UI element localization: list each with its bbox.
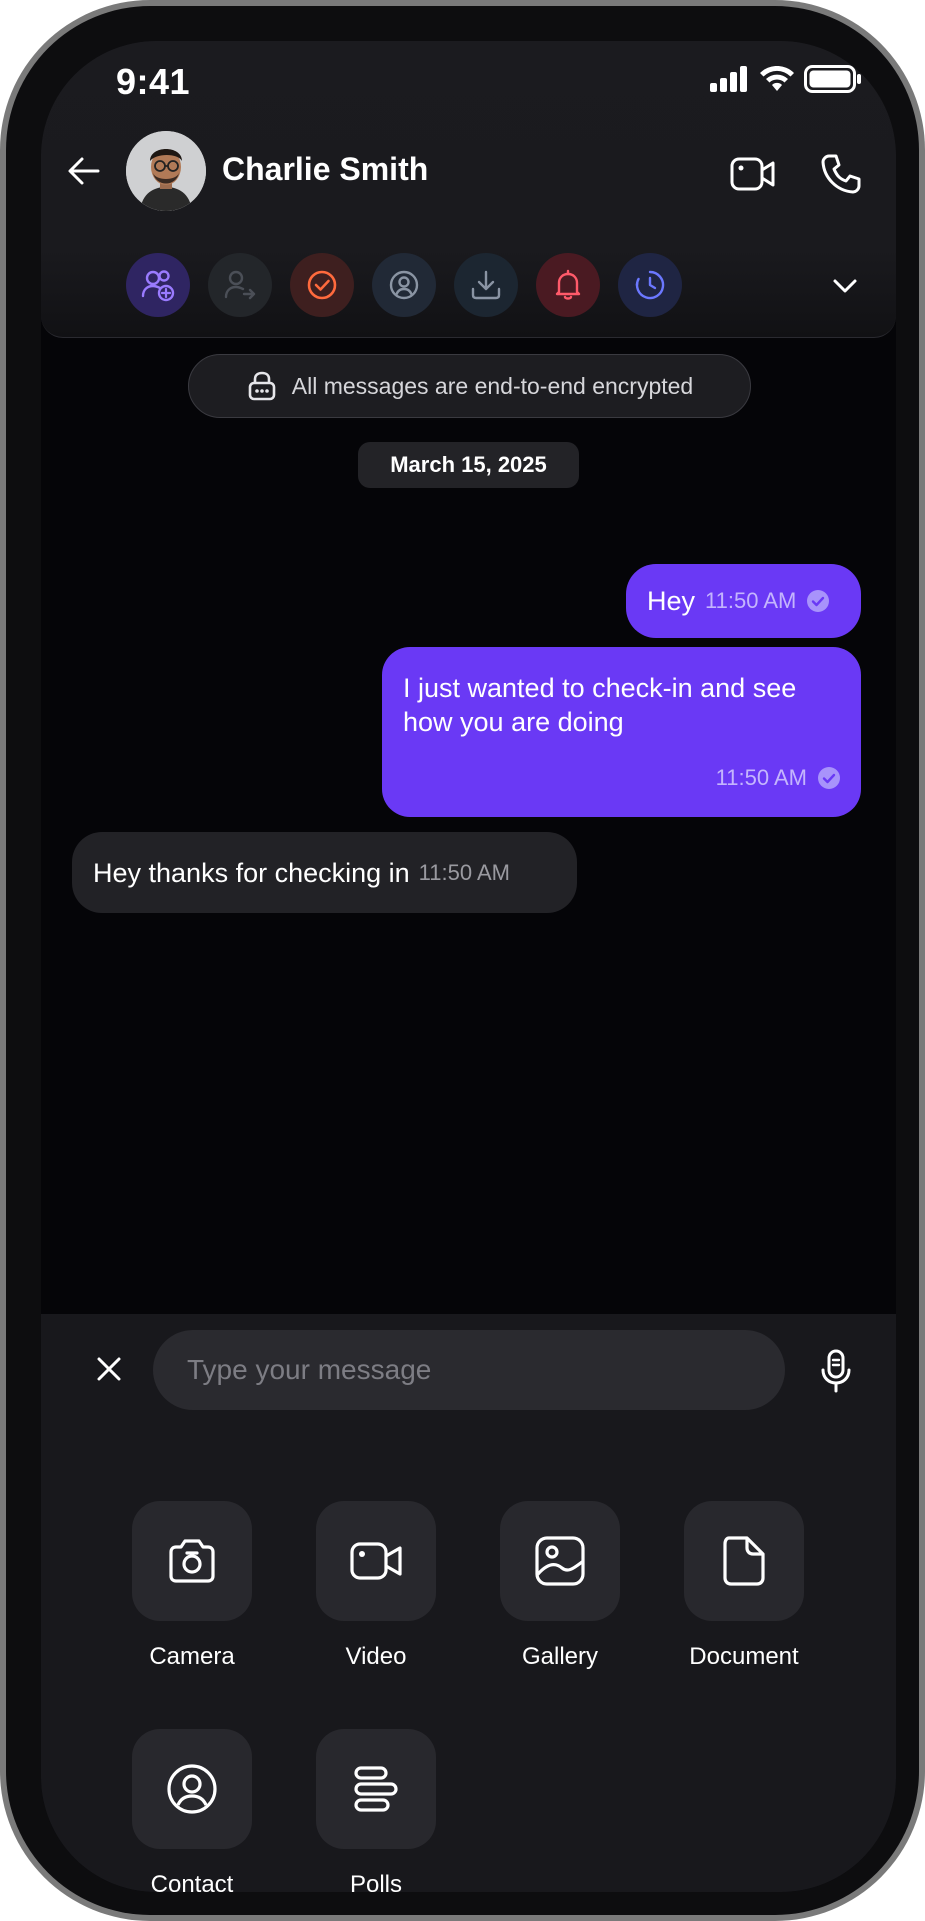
close-attachments-button[interactable] xyxy=(89,1349,129,1389)
attach-label: Gallery xyxy=(521,1643,599,1670)
message-time: 11:50 AM xyxy=(418,859,510,885)
video-call-button[interactable] xyxy=(725,146,781,202)
read-check-icon xyxy=(807,590,830,612)
quick-actions-row xyxy=(126,253,682,317)
encryption-notice-text: All messages are end-to-end encrypted xyxy=(291,372,694,399)
composer-panel: Camera Video xyxy=(41,1314,896,1892)
video-camera-icon xyxy=(730,157,775,191)
phone-icon xyxy=(821,154,861,194)
attach-contact-button[interactable]: Contact xyxy=(112,1729,272,1892)
attach-tile[interactable] xyxy=(316,1501,436,1621)
phone-bezel: 9:41 Charlie Smith All messages are end-… xyxy=(6,6,919,1915)
camera-icon xyxy=(169,1539,215,1583)
battery-icon xyxy=(804,65,861,93)
add-group-icon xyxy=(141,270,175,302)
read-check-icon xyxy=(818,767,840,789)
attach-polls-button[interactable]: Polls xyxy=(296,1729,456,1892)
attach-tile[interactable] xyxy=(684,1501,804,1621)
polls-icon xyxy=(354,1766,398,1812)
expand-actions-button[interactable] xyxy=(825,266,865,306)
attach-tile[interactable] xyxy=(500,1501,620,1621)
attach-document-button[interactable]: Document xyxy=(664,1501,824,1671)
document-icon xyxy=(723,1536,765,1586)
message-bubble-outgoing[interactable]: I just wanted to check-in and see how yo… xyxy=(382,647,861,817)
disappearing-timer-button[interactable] xyxy=(618,253,682,317)
chat-header: 9:41 Charlie Smith xyxy=(41,41,896,338)
arrow-left-icon xyxy=(68,157,100,185)
message-bubble-incoming[interactable]: Hey thanks for checking in 11:50 AM xyxy=(72,832,577,913)
chevron-down-icon xyxy=(833,279,857,293)
signal-icon xyxy=(710,66,747,92)
date-separator: March 15, 2025 xyxy=(358,442,579,488)
gallery-icon xyxy=(535,1536,585,1586)
attach-camera-button[interactable]: Camera xyxy=(112,1501,272,1671)
close-icon xyxy=(97,1357,121,1381)
avatar[interactable] xyxy=(126,131,206,211)
contact-profile-icon xyxy=(389,270,419,300)
message-time: 11:50 AM xyxy=(705,588,797,613)
attach-tile[interactable] xyxy=(316,1729,436,1849)
message-bubble-outgoing[interactable]: Hey 11:50 AM xyxy=(626,564,861,638)
contact-name[interactable]: Charlie Smith xyxy=(222,151,428,188)
notification-button[interactable] xyxy=(536,253,600,317)
status-time: 9:41 xyxy=(116,61,191,102)
bell-icon xyxy=(555,269,581,300)
attach-label: Contact xyxy=(150,1871,234,1892)
contact-icon xyxy=(167,1764,217,1814)
message-text: I just wanted to check-in and see how yo… xyxy=(403,673,797,737)
voice-record-button[interactable] xyxy=(811,1346,861,1396)
attach-video-button[interactable]: Video xyxy=(296,1501,456,1671)
attach-label: Video xyxy=(345,1643,407,1670)
check-circle-icon xyxy=(307,270,337,300)
attach-tile[interactable] xyxy=(132,1729,252,1849)
avatar-photo xyxy=(126,131,206,211)
attach-label: Polls xyxy=(349,1871,403,1892)
transfer-user-button[interactable] xyxy=(208,253,272,317)
add-group-button[interactable] xyxy=(126,253,190,317)
message-time: 11:50 AM xyxy=(715,765,807,790)
attach-label: Camera xyxy=(149,1643,235,1670)
phone-frame: 9:41 Charlie Smith All messages are end-… xyxy=(0,0,925,1921)
attach-tile[interactable] xyxy=(132,1501,252,1621)
download-icon xyxy=(471,270,501,300)
message-input[interactable] xyxy=(153,1330,785,1410)
download-button[interactable] xyxy=(454,253,518,317)
encryption-notice: All messages are end-to-end encrypted xyxy=(188,354,751,418)
check-circle-button[interactable] xyxy=(290,253,354,317)
back-button[interactable] xyxy=(59,146,109,196)
attach-label: Document xyxy=(689,1643,799,1670)
transfer-user-icon xyxy=(224,270,256,300)
screen: 9:41 Charlie Smith All messages are end-… xyxy=(41,41,896,1892)
voice-call-button[interactable] xyxy=(813,146,869,202)
microphone-icon xyxy=(821,1349,851,1393)
video-icon xyxy=(350,1542,402,1580)
clock-timer-icon xyxy=(635,270,665,300)
attach-gallery-button[interactable]: Gallery xyxy=(480,1501,640,1671)
status-icons xyxy=(710,65,862,93)
message-text: Hey xyxy=(647,586,696,616)
wifi-icon xyxy=(760,66,794,91)
message-text: Hey thanks for checking in xyxy=(93,857,410,888)
lock-icon xyxy=(248,371,276,401)
contact-profile-button[interactable] xyxy=(372,253,436,317)
